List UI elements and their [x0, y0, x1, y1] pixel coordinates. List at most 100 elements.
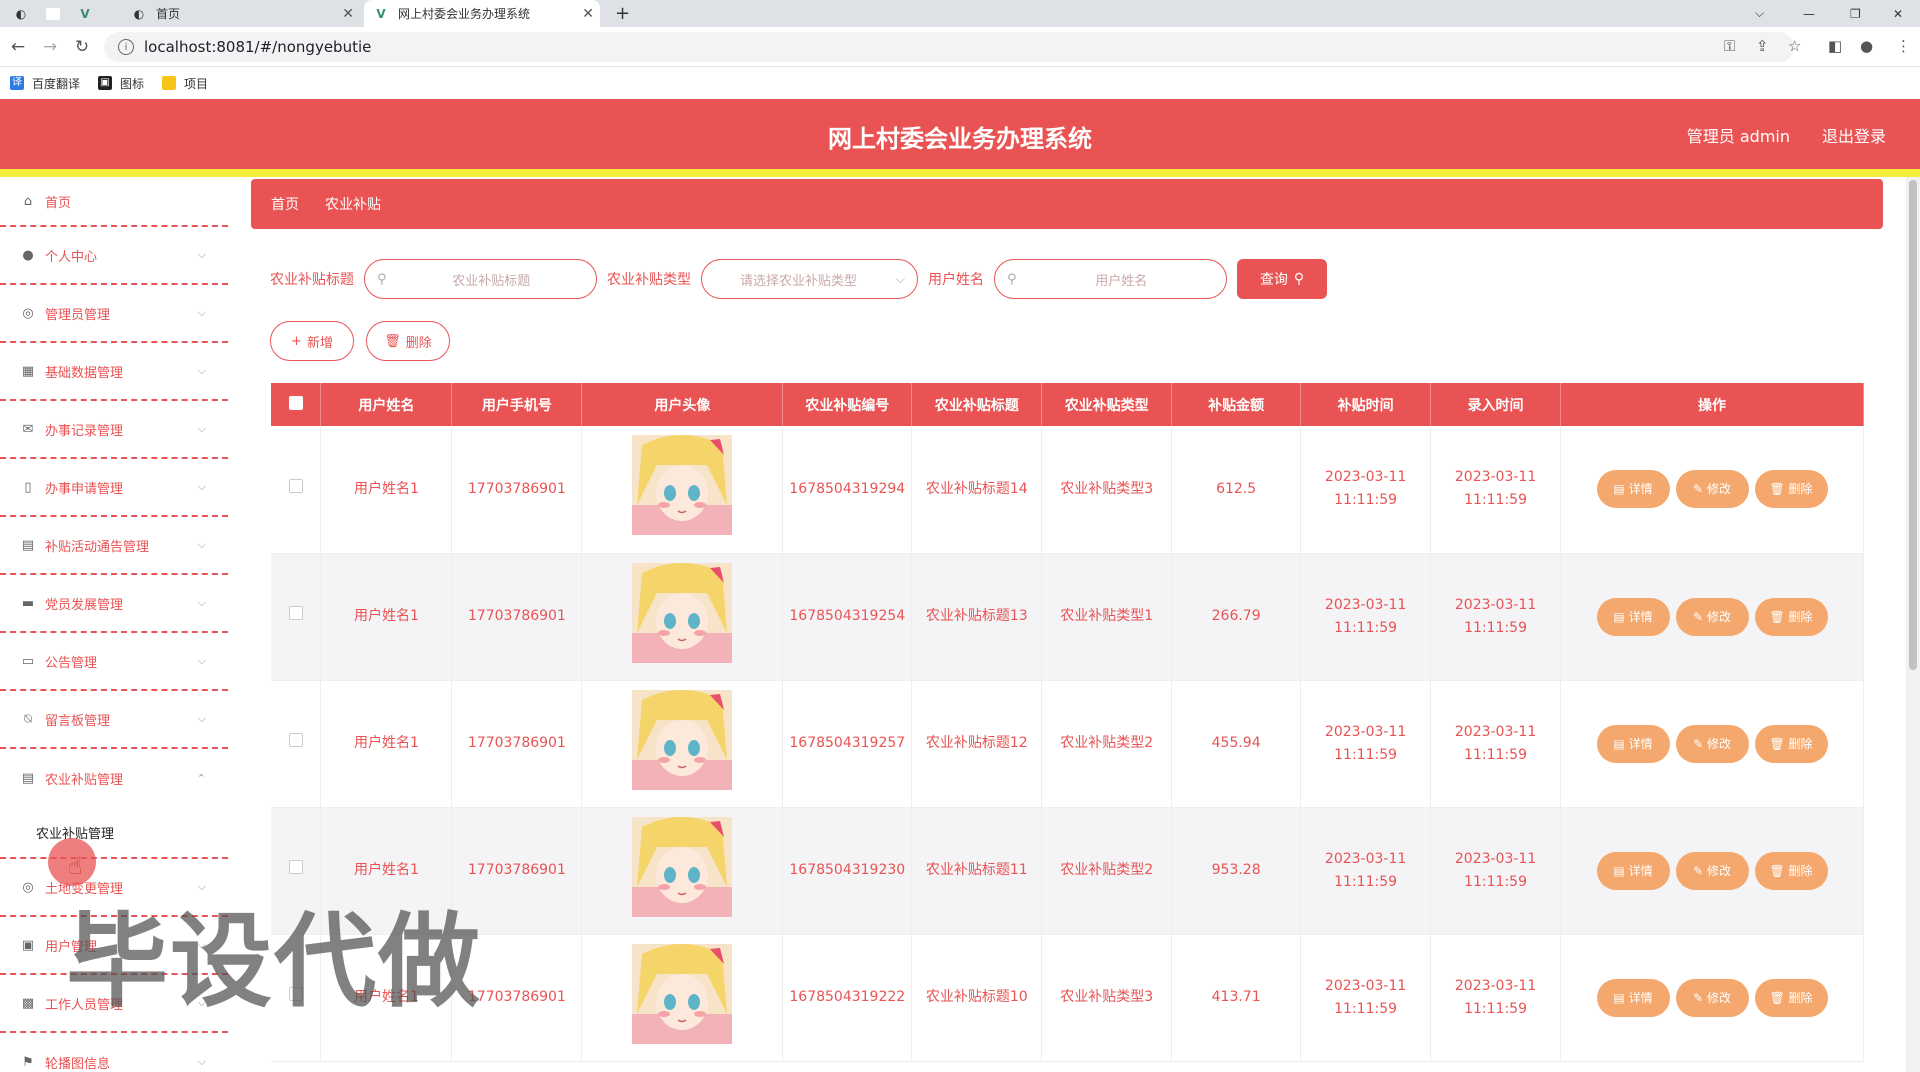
- row-checkbox[interactable]: [288, 733, 303, 747]
- cell-subsidy-type: 农业补贴类型3: [1041, 934, 1173, 1062]
- type-select[interactable]: 请选择农业补贴类型 ⌵: [701, 259, 918, 299]
- back-icon[interactable]: ←: [8, 37, 28, 57]
- sidebar-item-base-data[interactable]: ▦ 基础数据管理 ⌵: [0, 343, 228, 401]
- cell-avatar: [581, 807, 784, 935]
- detail-button[interactable]: ▤ 详情: [1596, 724, 1670, 763]
- bulk-delete-button[interactable]: 🗑 删除: [366, 321, 450, 361]
- delete-button[interactable]: 🗑 删除: [1754, 597, 1828, 636]
- sidebar-item-home[interactable]: ⌂ 首页: [0, 177, 228, 227]
- profile-icon[interactable]: ●: [1860, 37, 1873, 55]
- detail-button[interactable]: ▤ 详情: [1596, 851, 1670, 890]
- address-bar[interactable]: i localhost:8081/#/nongyebutie: [104, 32, 1794, 62]
- cell-subsidy-type: 农业补贴类型2: [1041, 807, 1173, 935]
- cell-subsidy-time: 2023-03-11 11:11:59: [1300, 807, 1432, 935]
- cell-operations: ▤ 详情 ✎ 修改 🗑 删除: [1560, 680, 1864, 808]
- row-select-cell: [271, 680, 322, 808]
- browser-tab-label: 首页: [156, 7, 181, 21]
- trash-icon: 🗑: [1769, 863, 1789, 878]
- close-tab-icon[interactable]: ✕: [582, 6, 594, 22]
- new-tab-button[interactable]: +: [615, 0, 630, 27]
- sidebar-subitem-agri-subsidy[interactable]: 农业补贴管理: [0, 807, 228, 859]
- row-checkbox[interactable]: [288, 478, 303, 493]
- edit-button[interactable]: ✎ 修改: [1675, 978, 1749, 1017]
- name-search-input[interactable]: ⚲ 用户姓名: [994, 259, 1227, 299]
- breadcrumb-home[interactable]: 首页: [271, 194, 299, 214]
- chevron-down-icon: ⌵: [197, 422, 206, 435]
- key-icon[interactable]: ⚿: [1724, 37, 1735, 55]
- subsidy-table: 用户姓名 用户手机号 用户头像 农业补贴编号 农业补贴标题 农业补贴类型 补贴金…: [271, 383, 1864, 1062]
- cell-subsidy-code: 1678504319294: [782, 426, 913, 554]
- user-avatar-image: [632, 562, 733, 663]
- clipboard-icon: ▤: [21, 770, 35, 786]
- sidebar-item-admin-manage[interactable]: ◎ 管理员管理 ⌵: [0, 285, 228, 343]
- close-tab-icon[interactable]: ✕: [342, 6, 354, 22]
- table-header-row: 用户姓名 用户手机号 用户头像 农业补贴编号 农业补贴标题 农业补贴类型 补贴金…: [271, 383, 1864, 426]
- query-button[interactable]: 查询 ⚲: [1237, 259, 1327, 299]
- browser-tab-pinned[interactable]: [46, 0, 70, 27]
- close-window-button[interactable]: ✕: [1893, 0, 1903, 27]
- edit-button[interactable]: ✎ 修改: [1675, 851, 1749, 890]
- detail-button[interactable]: ▤ 详情: [1596, 470, 1670, 509]
- document-icon: ▤: [1613, 990, 1629, 1005]
- menu-icon[interactable]: ⋮: [1896, 37, 1911, 55]
- cell-entry-time: 2023-03-11 11:11:59: [1430, 934, 1562, 1062]
- reload-icon[interactable]: ↻: [72, 37, 92, 57]
- bookmark-icons[interactable]: ▣ 图标: [98, 75, 144, 92]
- detail-button[interactable]: ▤ 详情: [1596, 978, 1670, 1017]
- share-icon[interactable]: ⇪: [1756, 37, 1769, 55]
- edit-button[interactable]: ✎ 修改: [1675, 724, 1749, 763]
- restore-button[interactable]: ❐: [1850, 0, 1861, 27]
- cell-avatar: [581, 553, 784, 681]
- logout-link[interactable]: 退出登录: [1822, 123, 1886, 147]
- sidebar-item-subsidy-notices[interactable]: ▤ 补贴活动通告管理 ⌵: [0, 517, 228, 575]
- select-all-checkbox[interactable]: [288, 395, 303, 410]
- minimize-button[interactable]: —: [1803, 0, 1815, 27]
- col-header: 农业补贴标题: [911, 383, 1043, 426]
- edit-button[interactable]: ✎ 修改: [1675, 597, 1749, 636]
- delete-button[interactable]: 🗑 删除: [1754, 978, 1828, 1017]
- bookmark-baidu-translate[interactable]: 译百度翻译: [10, 75, 80, 92]
- browser-tab-active[interactable]: V 网上村委会业务办理系统 ✕: [364, 0, 600, 27]
- plus-icon: +: [291, 333, 302, 349]
- pencil-icon: ✎: [1693, 482, 1707, 497]
- scrollbar-thumb[interactable]: [1909, 180, 1917, 670]
- cell-user-name: 用户姓名1: [320, 680, 453, 808]
- sidebar-item-party-members[interactable]: ▬ 党员发展管理 ⌵: [0, 575, 228, 633]
- target-icon: ◎: [22, 879, 34, 895]
- browser-tab-home[interactable]: ◐ 首页 ✕: [132, 0, 360, 27]
- sidebar-item-records[interactable]: ✉ 办事记录管理 ⌵: [0, 401, 228, 459]
- pencil-icon: ✎: [1693, 990, 1707, 1005]
- title-search-input[interactable]: ⚲ 农业补贴标题: [364, 259, 597, 299]
- sidepanel-icon[interactable]: ◧: [1828, 37, 1842, 55]
- sidebar-item-applications[interactable]: ▯ 办事申请管理 ⌵: [0, 459, 228, 517]
- tab-search-icon[interactable]: ⌵: [1755, 0, 1764, 27]
- browser-tab-pinned[interactable]: V: [78, 0, 102, 27]
- delete-button[interactable]: 🗑 删除: [1754, 470, 1828, 509]
- sidebar-item-personal-center[interactable]: ● 个人中心 ⌵: [0, 227, 228, 285]
- cell-operations: ▤ 详情 ✎ 修改 🗑 删除: [1560, 934, 1864, 1062]
- sidebar-item-announcements[interactable]: ▭ 公告管理 ⌵: [0, 633, 228, 691]
- user-avatar-image: [632, 435, 733, 536]
- row-checkbox[interactable]: [288, 606, 303, 620]
- delete-button[interactable]: 🗑 删除: [1754, 724, 1828, 763]
- bookmark-project[interactable]: 项目: [162, 75, 208, 92]
- table-row: 用户姓名1 17703786901 1678504319257 农业补贴标题12 农业补…: [271, 680, 1864, 808]
- row-checkbox[interactable]: [288, 860, 303, 874]
- sidebar-item-message-board[interactable]: ⍉ 留言板管理 ⌵: [0, 691, 228, 749]
- star-icon[interactable]: ☆: [1788, 37, 1801, 55]
- sidebar-item-agri-subsidy[interactable]: ▤ 农业补贴管理 ⌃: [0, 749, 228, 807]
- browser-tab-pinned[interactable]: ◐: [14, 0, 38, 27]
- cell-subsidy-amount: 612.5: [1171, 426, 1302, 554]
- cell-user-phone: 17703786901: [451, 553, 583, 681]
- forward-icon[interactable]: →: [40, 37, 60, 57]
- browser-toolbar: ← → ↻ i localhost:8081/#/nongyebutie: [0, 27, 1920, 67]
- col-header: 录入时间: [1430, 383, 1562, 426]
- chevron-down-icon: ⌵: [197, 364, 206, 377]
- add-button[interactable]: + 新增: [270, 321, 354, 361]
- info-icon[interactable]: i: [118, 39, 134, 55]
- edit-button[interactable]: ✎ 修改: [1675, 470, 1749, 509]
- delete-button[interactable]: 🗑 删除: [1754, 851, 1828, 890]
- chevron-down-icon: ⌵: [197, 248, 206, 261]
- sidebar-item-carousel[interactable]: ⚑ 轮播图信息 ⌵: [0, 1033, 228, 1072]
- detail-button[interactable]: ▤ 详情: [1596, 597, 1670, 636]
